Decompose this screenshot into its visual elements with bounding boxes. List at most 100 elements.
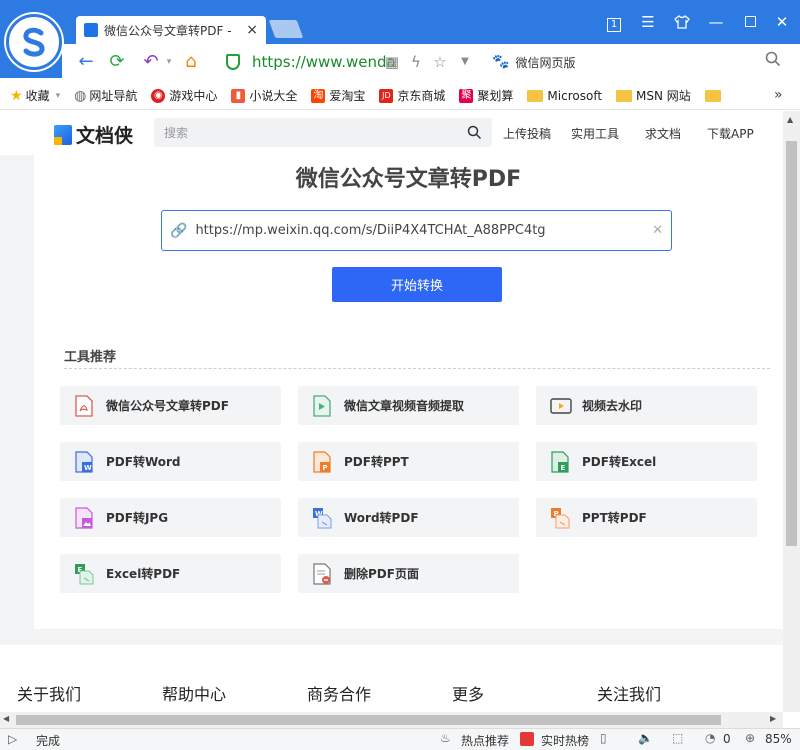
- phone-icon[interactable]: ▯: [600, 731, 607, 745]
- nav-download-app[interactable]: 下载APP: [707, 125, 754, 142]
- bookmark-folder-msn[interactable]: MSN 网站: [616, 87, 691, 104]
- bookmark-novels[interactable]: ▮ 小说大全: [231, 87, 297, 104]
- screenshot-icon[interactable]: ⬚: [672, 731, 683, 745]
- svg-text:E: E: [561, 464, 566, 472]
- svg-text:P: P: [323, 464, 328, 472]
- tab-active[interactable]: 微信公众号文章转PDF - ×: [76, 16, 266, 44]
- tool-video-watermark[interactable]: 视频去水印: [536, 386, 757, 425]
- home-icon[interactable]: ⌂: [180, 51, 202, 73]
- footer-follow[interactable]: 关注我们: [597, 681, 661, 705]
- search-engine-selector[interactable]: 🐾 微信网页版: [492, 51, 575, 73]
- volume-icon[interactable]: 🔈: [638, 731, 653, 745]
- secure-shield-icon: [226, 54, 240, 70]
- article-url-input[interactable]: [195, 223, 647, 238]
- tool-pdf-to-ppt[interactable]: P PDF转PPT: [298, 442, 519, 481]
- footer-about[interactable]: 关于我们: [17, 681, 81, 705]
- clear-input-icon[interactable]: ✕: [652, 223, 663, 238]
- skin-shirt-icon[interactable]: [668, 10, 696, 34]
- scroll-left-icon[interactable]: ◀: [3, 714, 9, 723]
- more-bookmarks-icon[interactable]: »: [774, 87, 783, 103]
- vertical-scrollbar[interactable]: ▲: [783, 111, 800, 712]
- bookmark-folder-microsoft[interactable]: Microsoft: [527, 89, 602, 103]
- site-logo[interactable]: 文档侠: [54, 121, 133, 148]
- excel-to-pdf-icon: E: [74, 563, 94, 585]
- excel-file-icon: E: [550, 450, 570, 473]
- tool-pdf-to-jpg[interactable]: PDF转JPG: [60, 498, 281, 537]
- bookmark-folder[interactable]: [704, 89, 725, 102]
- search-icon[interactable]: [764, 50, 786, 72]
- minimize-icon[interactable]: —: [702, 10, 730, 34]
- folder-icon: [616, 89, 633, 102]
- globe-icon: ◍: [74, 87, 87, 104]
- tool-delete-pdf-pages[interactable]: 删除PDF页面: [298, 554, 519, 593]
- footer-more[interactable]: 更多: [452, 681, 484, 705]
- book-icon: ▮: [231, 88, 246, 103]
- realtime-chart-icon[interactable]: [520, 732, 534, 746]
- tools-divider: [64, 368, 770, 369]
- close-tab-icon[interactable]: ×: [246, 22, 258, 38]
- nav-request-docs[interactable]: 求文档: [645, 125, 681, 142]
- baidu-paw-icon: 🐾: [492, 54, 510, 70]
- tool-pdf-to-excel[interactable]: E PDF转Excel: [536, 442, 757, 481]
- chevron-down-icon[interactable]: ▼: [455, 51, 475, 73]
- maximize-icon[interactable]: [736, 10, 764, 34]
- bookmark-jd[interactable]: JD 京东商城: [379, 87, 445, 104]
- tool-wechat-to-pdf[interactable]: 微信公众号文章转PDF: [60, 386, 281, 425]
- jpg-file-icon: [74, 506, 94, 529]
- bookmark-game-center[interactable]: ◉ 游戏中心: [151, 87, 217, 104]
- refresh-icon[interactable]: ⟳: [106, 51, 128, 73]
- pdf-file-icon: [74, 394, 94, 417]
- lightning-icon[interactable]: ϟ: [406, 51, 426, 73]
- bookmark-favorites[interactable]: ★ 收藏 ▾: [10, 87, 60, 104]
- adblock-icon[interactable]: ◔: [705, 731, 715, 745]
- sogou-browser-logo-icon[interactable]: [6, 14, 62, 70]
- bookmark-juhuasuan[interactable]: 聚聚划算: [459, 87, 513, 104]
- bookmark-url-nav[interactable]: ◍ 网址导航: [74, 87, 137, 104]
- hot-topics-label[interactable]: 热点推荐: [461, 732, 509, 749]
- status-bar: ▷ 完成 ♨ 热点推荐 实时热榜 ▯ 🔈 ⬚ ◔ 0 ⊕ 85%: [0, 728, 800, 750]
- horizontal-scrollbar[interactable]: ◀ ▶: [0, 712, 783, 728]
- vertical-scrollbar-thumb[interactable]: [786, 141, 797, 546]
- close-window-icon[interactable]: ✕: [768, 10, 796, 34]
- window-counter-icon[interactable]: 1: [600, 10, 628, 34]
- jd-icon: JD: [379, 88, 394, 103]
- menu-icon[interactable]: ☰: [634, 10, 662, 34]
- converter-card: 微信公众号文章转PDF 🔗 ✕ 开始转换 工具推荐 微信公众号文章转PDF 微信…: [34, 155, 783, 629]
- site-search-input[interactable]: 搜索: [154, 118, 492, 147]
- favorite-star-icon[interactable]: ☆: [430, 51, 450, 73]
- footer-business[interactable]: 商务合作: [307, 681, 371, 705]
- search-engine-label: 微信网页版: [515, 55, 576, 70]
- scroll-right-icon[interactable]: ▶: [770, 714, 776, 723]
- folder-icon: [704, 89, 721, 102]
- scroll-up-icon[interactable]: ▲: [787, 115, 793, 124]
- tool-pdf-to-word[interactable]: W PDF转Word: [60, 442, 281, 481]
- bookmarks-bar: ★ 收藏 ▾ ◍ 网址导航 ◉ 游戏中心 ▮ 小说大全 淘爱淘宝 JD 京东商城 聚聚划算 …: [0, 82, 800, 110]
- taobao-icon: 淘: [311, 88, 326, 103]
- horizontal-scrollbar-thumb[interactable]: [16, 715, 721, 725]
- juhuasuan-icon: 聚: [459, 88, 474, 103]
- zoom-icon[interactable]: ⊕: [745, 731, 755, 745]
- search-icon[interactable]: [467, 125, 482, 140]
- nav-upload[interactable]: 上传投稿: [503, 125, 551, 142]
- realtime-hot-label[interactable]: 实时热榜: [541, 732, 589, 749]
- chevron-down-icon[interactable]: ▾: [158, 51, 180, 73]
- link-icon: 🔗: [170, 222, 188, 239]
- article-url-field[interactable]: 🔗 ✕: [161, 210, 672, 251]
- tools-heading: 工具推荐: [64, 350, 117, 365]
- star-icon: ★: [10, 87, 23, 104]
- sidebar-toggle-icon[interactable]: ▷: [8, 732, 17, 746]
- hot-topics-icon[interactable]: ♨: [440, 731, 451, 745]
- tool-wechat-video-audio[interactable]: 微信文章视频音频提取: [298, 386, 519, 425]
- url-text[interactable]: https://www.wenda: [252, 53, 396, 71]
- footer-help[interactable]: 帮助中心: [162, 681, 226, 705]
- zoom-level[interactable]: 85%: [765, 732, 792, 746]
- nav-tools[interactable]: 实用工具: [571, 125, 619, 142]
- tool-excel-to-pdf[interactable]: E Excel转PDF: [60, 554, 281, 593]
- qr-code-icon[interactable]: ▦: [382, 51, 402, 73]
- tool-word-to-pdf[interactable]: W Word转PDF: [298, 498, 519, 537]
- svg-text:W: W: [84, 464, 92, 472]
- start-convert-button[interactable]: 开始转换: [332, 267, 502, 302]
- back-icon[interactable]: ←: [75, 51, 97, 73]
- tool-ppt-to-pdf[interactable]: P PPT转PDF: [536, 498, 757, 537]
- bookmark-taobao[interactable]: 淘爱淘宝: [311, 87, 365, 104]
